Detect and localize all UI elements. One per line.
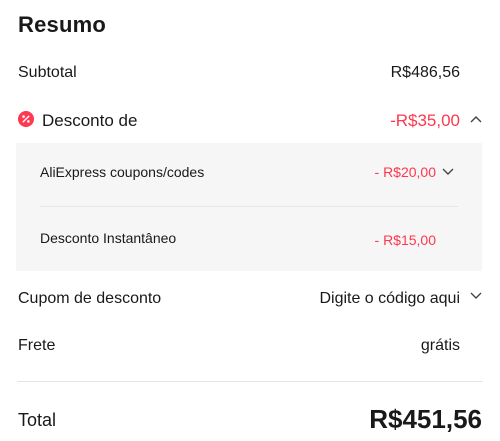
shipping-value: grátis	[420, 337, 460, 354]
discount-item-label: Desconto Instantâneo	[40, 230, 177, 246]
subtotal-label: Subtotal	[18, 64, 77, 81]
summary-divider	[17, 381, 483, 382]
discount-toggle[interactable]	[468, 112, 484, 133]
discount-item-label: AliExpress coupons/codes	[40, 164, 205, 180]
summary-title: Resumo	[18, 12, 106, 37]
total-label: Total	[18, 410, 57, 430]
coupon-input[interactable]: Digite o código aqui	[319, 290, 460, 308]
shipping-label: Frete	[18, 337, 56, 354]
discount-details-panel	[16, 143, 482, 271]
chevron-down-icon[interactable]	[440, 163, 456, 179]
discount-badge-icon	[18, 111, 34, 127]
coupon-label: Cupom de desconto	[18, 290, 162, 307]
subtotal-value: R$486,56	[390, 64, 460, 81]
discount-total-value: -R$35,00	[390, 111, 460, 130]
panel-divider	[40, 206, 458, 207]
discount-label: Desconto de	[42, 111, 138, 130]
coupons-expand[interactable]	[440, 163, 456, 184]
chevron-up-icon[interactable]	[468, 112, 484, 128]
discount-item-value: - R$20,00	[374, 164, 436, 180]
total-value: R$451,56	[369, 404, 482, 434]
chevron-down-icon[interactable]	[468, 287, 484, 303]
discount-item-value: - R$15,00	[374, 232, 436, 248]
coupon-expand[interactable]	[468, 287, 484, 308]
